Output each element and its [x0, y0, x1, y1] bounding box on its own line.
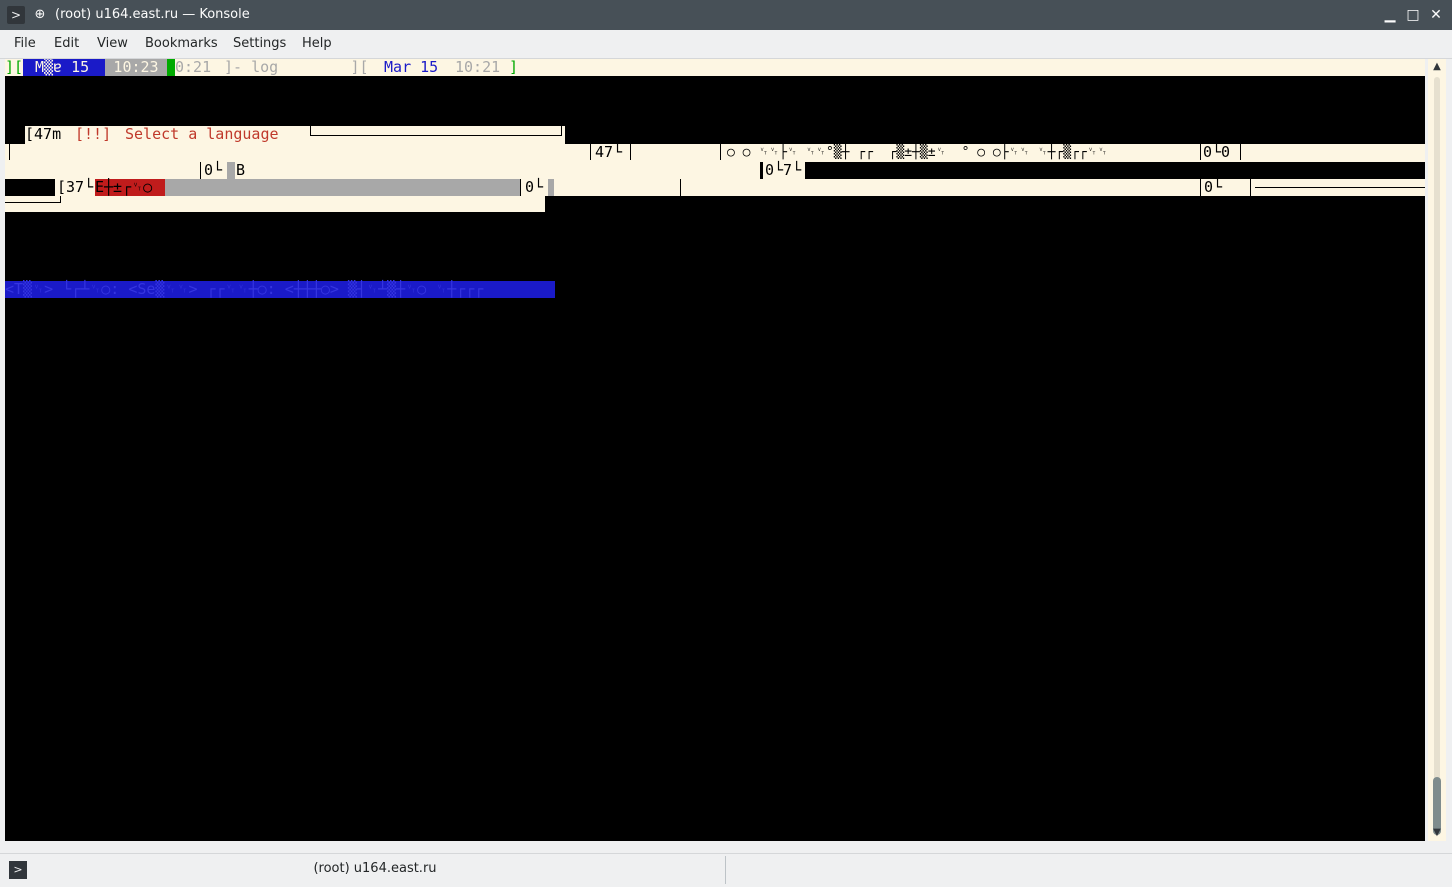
menu-edit[interactable]: Edit: [54, 30, 79, 58]
frame-divider: [200, 162, 201, 179]
tab-bar: > (root) u164.east.ru: [0, 853, 1452, 887]
frame-rule: [1255, 187, 1425, 188]
terminal-icon[interactable]: >: [7, 6, 25, 24]
frame-divider: [680, 179, 681, 196]
garbled-line-5: 0└ B 0└7└: [5, 162, 1425, 179]
garbled-chars: ○ ○ ␋␋├␋ ␋␋°▒┼ ┌┌ ┌▒±┼▒±␋ ° ○ ○├␋␋ ␋┼┌▒┌…: [727, 145, 1108, 160]
frame-divider: [520, 179, 521, 196]
frame-divider: [1240, 144, 1241, 160]
frame-left-edge: [9, 144, 10, 160]
frame-divider: [720, 144, 721, 160]
window-titlebar: > ⊕ (root) u164.east.ru — Konsole ▁ □ ✕: [0, 0, 1452, 30]
line5-cursor-block: [227, 162, 235, 179]
frame-divider: [630, 144, 631, 160]
line5-bg-left: [5, 162, 760, 179]
line5-left-label: 0└: [204, 161, 223, 179]
line6-right-label: 0└: [1204, 178, 1223, 196]
status-segment-separator: ]: [167, 59, 177, 76]
status-month-label: M▒ɐ 15: [23, 59, 105, 76]
status-window-name: ]- log ][: [215, 59, 369, 76]
garbled-box-label: 47└: [595, 143, 623, 161]
frame-divider: [1250, 179, 1251, 196]
terminal-view[interactable]: ][ M▒ɐ 15 10:23 ] 0:21 ]- log ][ Mar 15 …: [5, 59, 1425, 841]
minimize-button[interactable]: ▁: [1380, 6, 1400, 24]
window-title: (root) u164.east.ru — Konsole: [55, 7, 250, 22]
line6-cursor-block: [548, 179, 554, 196]
line5-b-label: B: [236, 161, 246, 179]
line7-bg: [5, 196, 545, 212]
status-time-dim: 0:21: [175, 59, 212, 76]
tab-divider: [725, 856, 726, 884]
menu-help[interactable]: Help: [302, 30, 332, 58]
frame-divider: [1200, 144, 1201, 160]
scroll-track[interactable]: [1434, 77, 1440, 821]
status-date-time: 10:21: [455, 59, 501, 76]
frame-divider: [1200, 179, 1201, 196]
scroll-down-icon[interactable]: ▼: [1428, 825, 1446, 841]
tab-title[interactable]: (root) u164.east.ru: [0, 854, 750, 884]
status-date: Mar 15: [375, 59, 448, 76]
dialog-title: Select a language: [125, 125, 279, 143]
frame-corner: [5, 196, 61, 203]
help-bar: <T▒␋> └┌┴␋○: <Se▒␋␋> ┌┌␋␋┼○: <┼┼┼○> ▒┤␋┴…: [5, 281, 555, 298]
line6-left-label: [37└: [57, 178, 94, 196]
dialog-frame-top: [310, 126, 562, 136]
garbled-end-label: 0└0: [1203, 143, 1231, 161]
menu-bar: File Edit View Bookmarks Settings Help: [0, 30, 1452, 59]
status-time-highlight: 10:23: [105, 59, 167, 76]
dialog-title-row: [47m [!!] Select a language: [5, 126, 1425, 144]
garbled-line-7: [5, 196, 1425, 212]
garbled-line-6: [37└ E┼±┌␋○ 0└ 0└: [5, 179, 1425, 196]
scroll-up-icon[interactable]: ▲: [1428, 59, 1446, 75]
close-button[interactable]: ✕: [1426, 6, 1446, 24]
terminal-bottom-margin: [0, 841, 1452, 853]
dialog-warning-tag: [!!]: [75, 125, 112, 143]
menu-bookmarks[interactable]: Bookmarks: [145, 30, 218, 58]
dialog-escape-prefix: [47m: [25, 125, 62, 143]
line6-grey-bar: [165, 179, 520, 196]
menu-file[interactable]: File: [14, 30, 36, 58]
status-right-bracket: ]: [500, 59, 519, 76]
line6-mid-label: 0└: [525, 178, 544, 196]
status-left-bracket: ][: [5, 59, 24, 76]
line5-mid-label: 0└7└: [765, 161, 802, 179]
menu-view[interactable]: View: [97, 30, 128, 58]
garbled-line-4: 47└ ○ ○ ␋␋├␋ ␋␋°▒┼ ┌┌ ┌▒±┼▒±␋ ° ○ ○├␋␋ ␋…: [5, 144, 1425, 162]
screen-status-line: ][ M▒ɐ 15 10:23 ] 0:21 ]- log ][ Mar 15 …: [5, 59, 1425, 76]
pin-icon[interactable]: ⊕: [31, 6, 49, 24]
menu-settings[interactable]: Settings: [233, 30, 286, 58]
terminal-scrollbar[interactable]: ▲ ▼: [1428, 59, 1446, 841]
line6-red-segment: E┼±┌␋○: [95, 179, 165, 196]
frame-divider: [590, 144, 591, 160]
maximize-button[interactable]: □: [1403, 6, 1423, 24]
